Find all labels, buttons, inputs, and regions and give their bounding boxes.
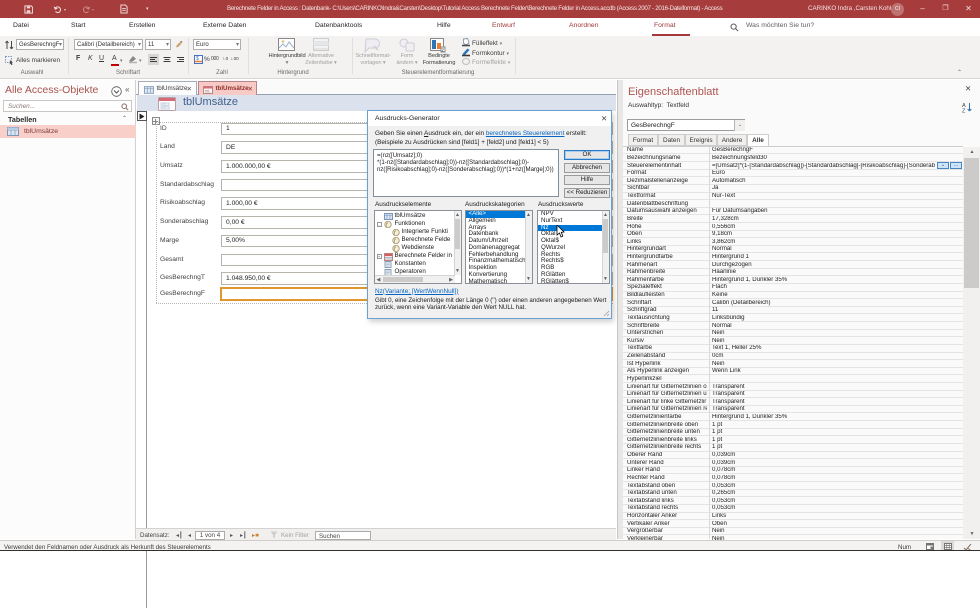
svg-text:Z: Z — [962, 109, 966, 114]
svg-text:$: $ — [196, 56, 199, 62]
